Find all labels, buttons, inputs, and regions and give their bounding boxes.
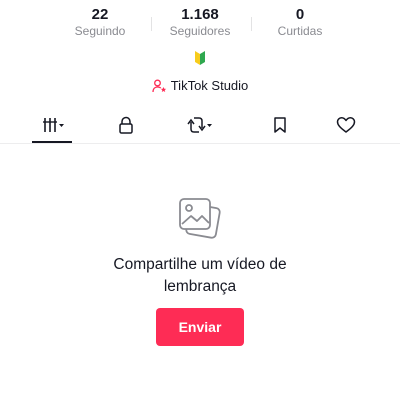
studio-label: TikTok Studio [170, 78, 249, 93]
followers-label: Seguidores [169, 24, 231, 38]
photos-icon [179, 198, 221, 239]
beginner-leaf-icon [195, 51, 205, 65]
empty-state-line-2: lembrança [163, 278, 237, 295]
following-count: 22 [91, 6, 109, 23]
profile-stats: 22 Seguindo 1.168 Seguidores 0 Curtidas [0, 6, 400, 42]
following-label: Seguindo [74, 24, 126, 38]
profile-tabs [0, 110, 400, 144]
tab-liked[interactable] [318, 110, 374, 144]
stat-likes[interactable]: 0 Curtidas [250, 6, 350, 39]
heart-icon [336, 117, 356, 133]
tab-reposts[interactable] [172, 110, 228, 144]
tab-favorites[interactable] [252, 110, 308, 144]
tab-videos[interactable] [24, 110, 80, 144]
stat-followers[interactable]: 1.168 Seguidores [150, 6, 250, 39]
repost-icon [187, 117, 212, 133]
tiktok-studio-link[interactable]: TikTok Studio [0, 77, 400, 95]
likes-label: Curtidas [277, 24, 323, 38]
send-button[interactable]: Enviar [156, 308, 244, 346]
tabs-divider [0, 143, 400, 144]
followers-count: 1.168 [181, 6, 219, 23]
bookmark-icon [274, 117, 286, 133]
lock-icon [119, 116, 133, 134]
stat-following[interactable]: 22 Seguindo [50, 6, 150, 39]
person-star-icon [152, 79, 166, 93]
videos-grid-icon [43, 118, 64, 132]
empty-state-line-1: Compartilhe um vídeo de [113, 256, 287, 273]
tab-private[interactable] [98, 110, 154, 144]
likes-count: 0 [295, 6, 305, 23]
empty-state-message: Compartilhe um vídeo de lembrança [0, 254, 400, 298]
